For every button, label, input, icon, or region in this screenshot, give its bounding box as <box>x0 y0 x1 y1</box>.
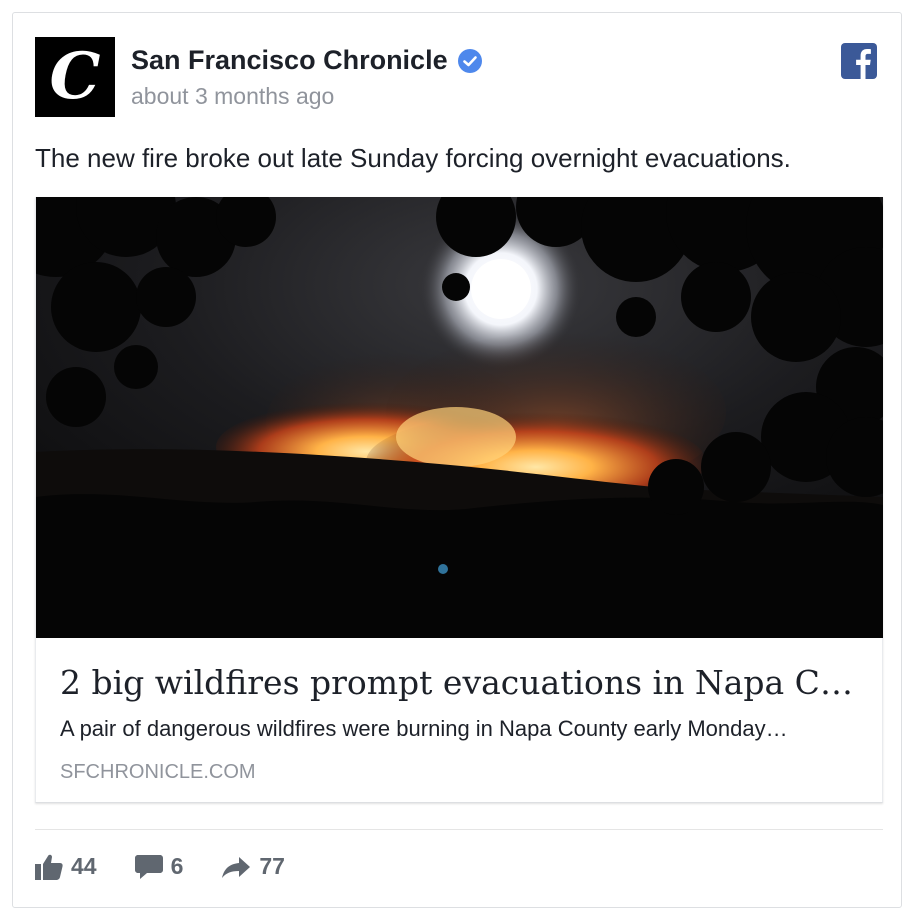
link-title[interactable]: 2 big wildfires prompt evacuations in Na… <box>60 663 860 702</box>
post-message: The new fire broke out late Sunday forci… <box>35 143 791 173</box>
comment-bubble-icon <box>134 854 163 879</box>
like-action[interactable]: 44 <box>35 853 97 880</box>
page-avatar[interactable]: C <box>35 37 115 117</box>
comment-action[interactable]: 6 <box>134 853 184 880</box>
engagement-bar: 44 6 77 <box>35 853 323 880</box>
thumbs-up-icon <box>35 854 63 880</box>
share-action[interactable]: 77 <box>221 853 285 880</box>
page-name-link[interactable]: San Francisco Chronicle <box>131 45 448 76</box>
facebook-logo-icon[interactable] <box>841 43 877 79</box>
link-description: A pair of dangerous wildfires were burni… <box>60 716 788 741</box>
avatar-letter: C <box>49 39 101 114</box>
share-count: 77 <box>259 853 285 879</box>
link-domain: SFCHRONICLE.COM <box>60 761 256 783</box>
post-timestamp[interactable]: about 3 months ago <box>131 83 334 110</box>
wildfire-night-photo[interactable] <box>36 197 883 638</box>
comment-count: 6 <box>170 853 184 879</box>
divider <box>35 829 883 830</box>
page-name-row: San Francisco Chronicle <box>131 45 482 76</box>
embedded-post-card: C San Francisco Chronicle about 3 months… <box>12 12 902 908</box>
verified-badge-icon <box>457 48 482 73</box>
link-preview[interactable]: 2 big wildfires prompt evacuations in Na… <box>35 197 883 803</box>
share-arrow-icon <box>222 856 251 878</box>
like-count: 44 <box>71 853 97 879</box>
